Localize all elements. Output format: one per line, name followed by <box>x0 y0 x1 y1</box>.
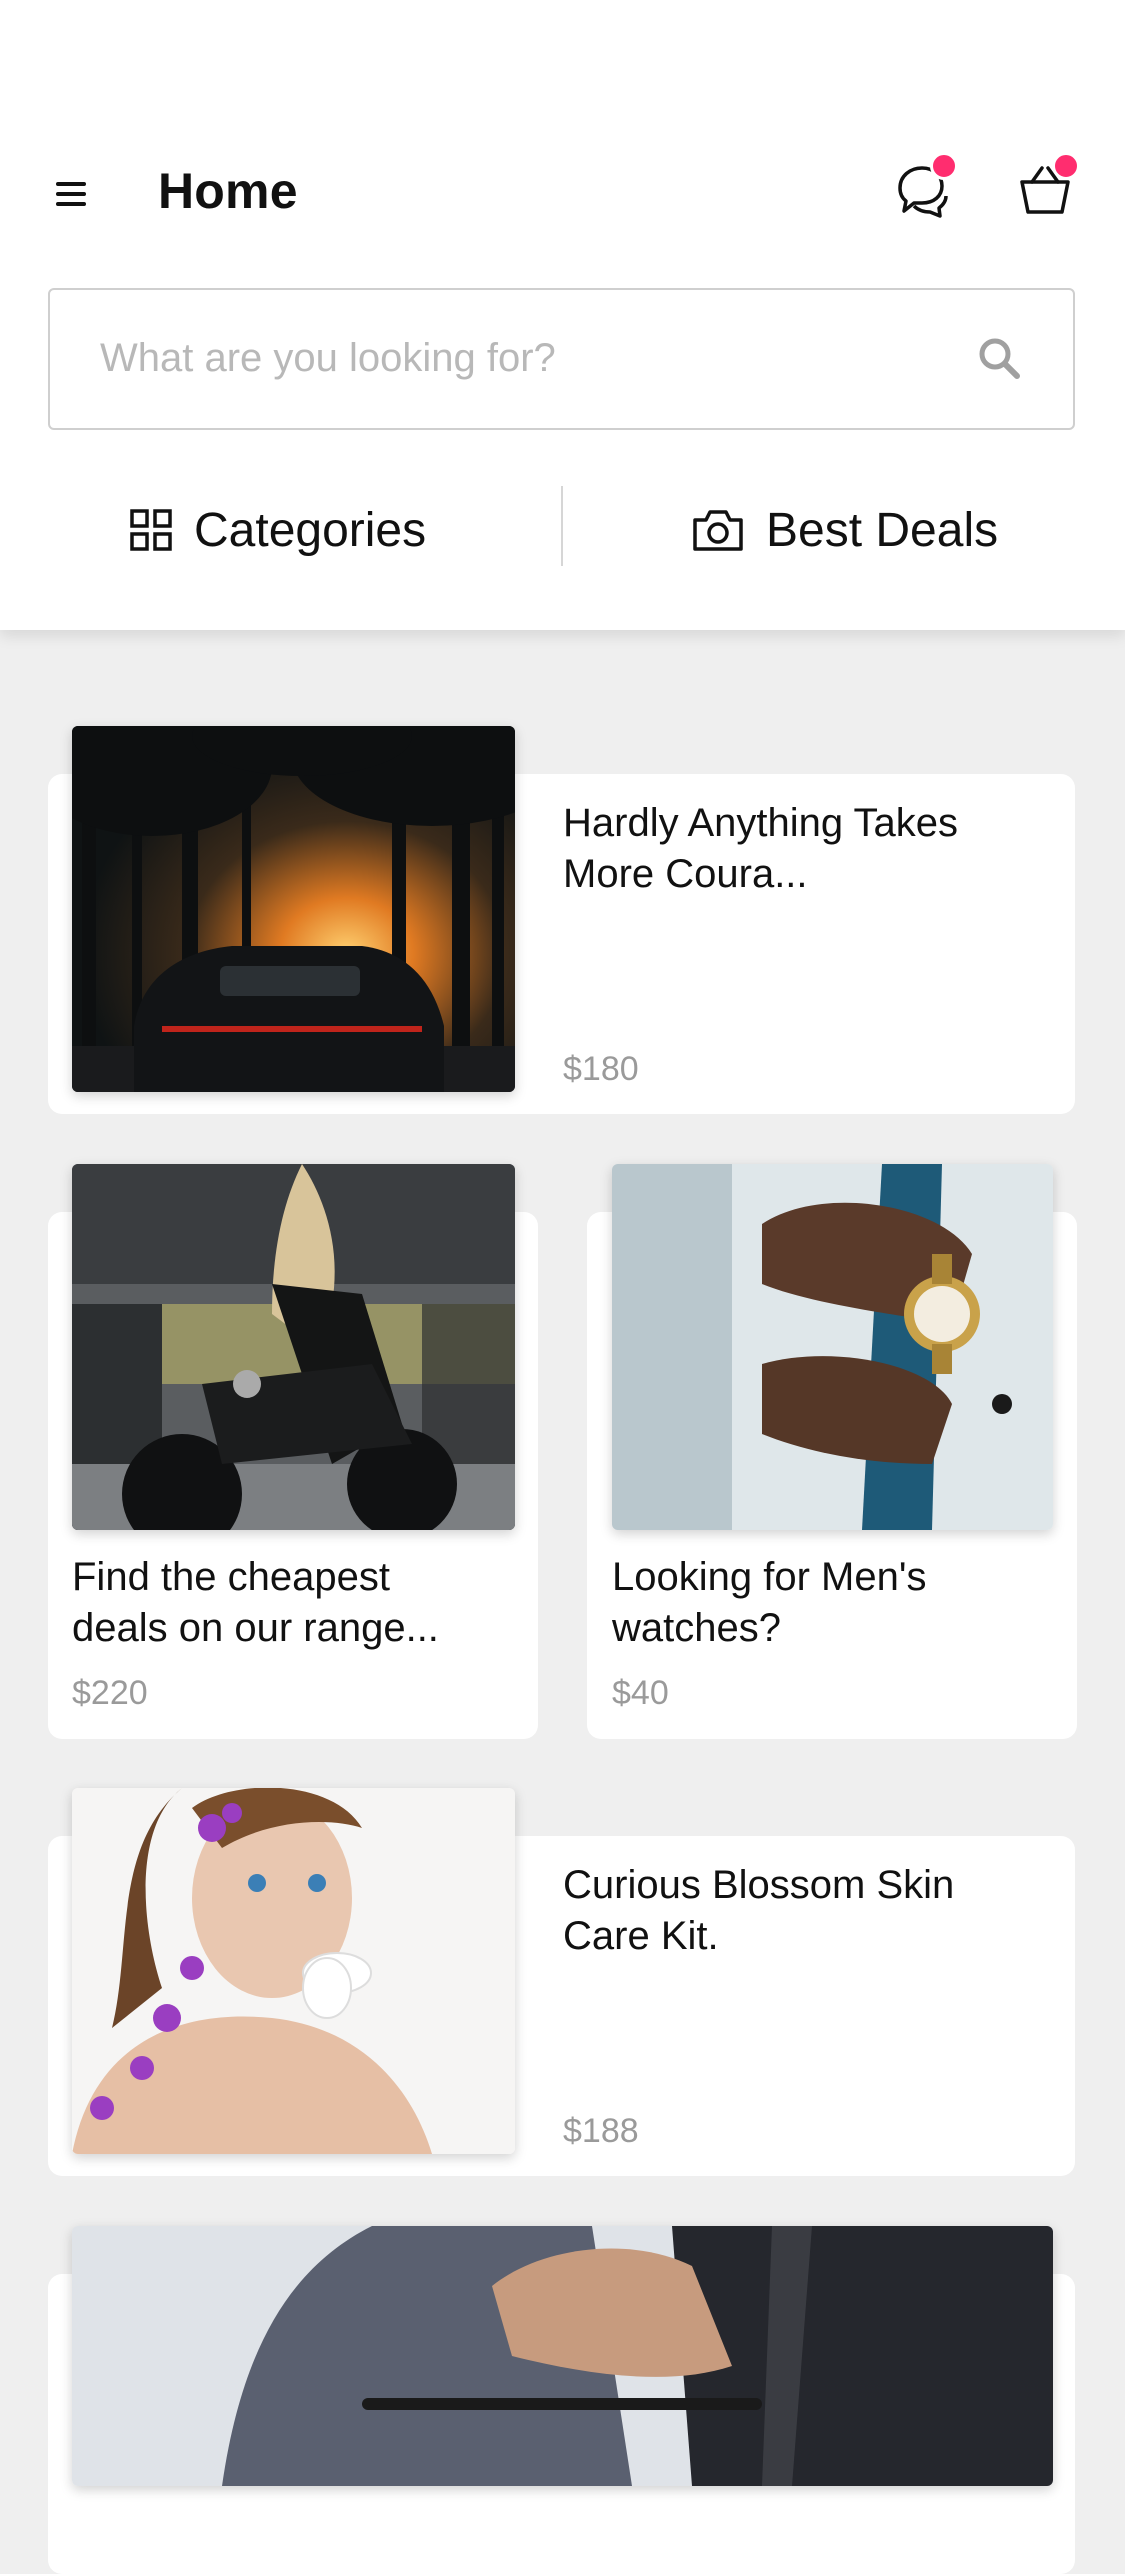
product-price: $220 <box>72 1674 148 1712</box>
tab-categories-label: Categories <box>194 503 427 557</box>
page-title: Home <box>158 163 298 219</box>
product-title: Curious Blossom Skin Care Kit. <box>563 1863 955 1958</box>
grid-icon <box>130 509 172 551</box>
tab-best-deals[interactable]: Best Deals <box>692 480 998 580</box>
product-title: Find the cheapest deals on our range... <box>72 1555 439 1650</box>
tab-divider <box>561 486 563 566</box>
cart-button[interactable] <box>1014 152 1080 224</box>
product-title: Looking for Men's watches? <box>612 1555 927 1650</box>
product-title: Hardly Anything Takes More Coura... <box>563 801 959 896</box>
chat-button[interactable] <box>892 152 958 224</box>
product-price: $180 <box>563 1050 639 1088</box>
tabs-row: Categories Best Deals <box>0 480 1125 580</box>
menu-button[interactable] <box>52 176 92 216</box>
camera-icon <box>693 510 743 551</box>
home-indicator[interactable] <box>362 2398 762 2410</box>
cart-notification-badge <box>1052 152 1080 180</box>
mens-watch-image[interactable] <box>612 1164 1053 1530</box>
app-header: Home What are you looking for? Categorie… <box>0 0 1125 630</box>
product-price: $40 <box>612 1674 669 1712</box>
search-placeholder[interactable]: What are you looking for? <box>100 336 556 381</box>
search-bar[interactable]: What are you looking for? <box>48 288 1075 430</box>
sports-car-sunset-image[interactable] <box>72 726 515 1092</box>
suit-closeup-image[interactable] <box>72 2226 1053 2486</box>
product-price: $188 <box>563 2112 639 2150</box>
woman-with-flowers-image[interactable] <box>72 1788 515 2154</box>
tab-best-deals-label: Best Deals <box>766 503 999 557</box>
tab-categories[interactable]: Categories <box>130 480 426 580</box>
chat-notification-badge <box>930 152 958 180</box>
search-icon[interactable] <box>975 334 1025 384</box>
woman-on-motorcycle-image[interactable] <box>72 1164 515 1530</box>
